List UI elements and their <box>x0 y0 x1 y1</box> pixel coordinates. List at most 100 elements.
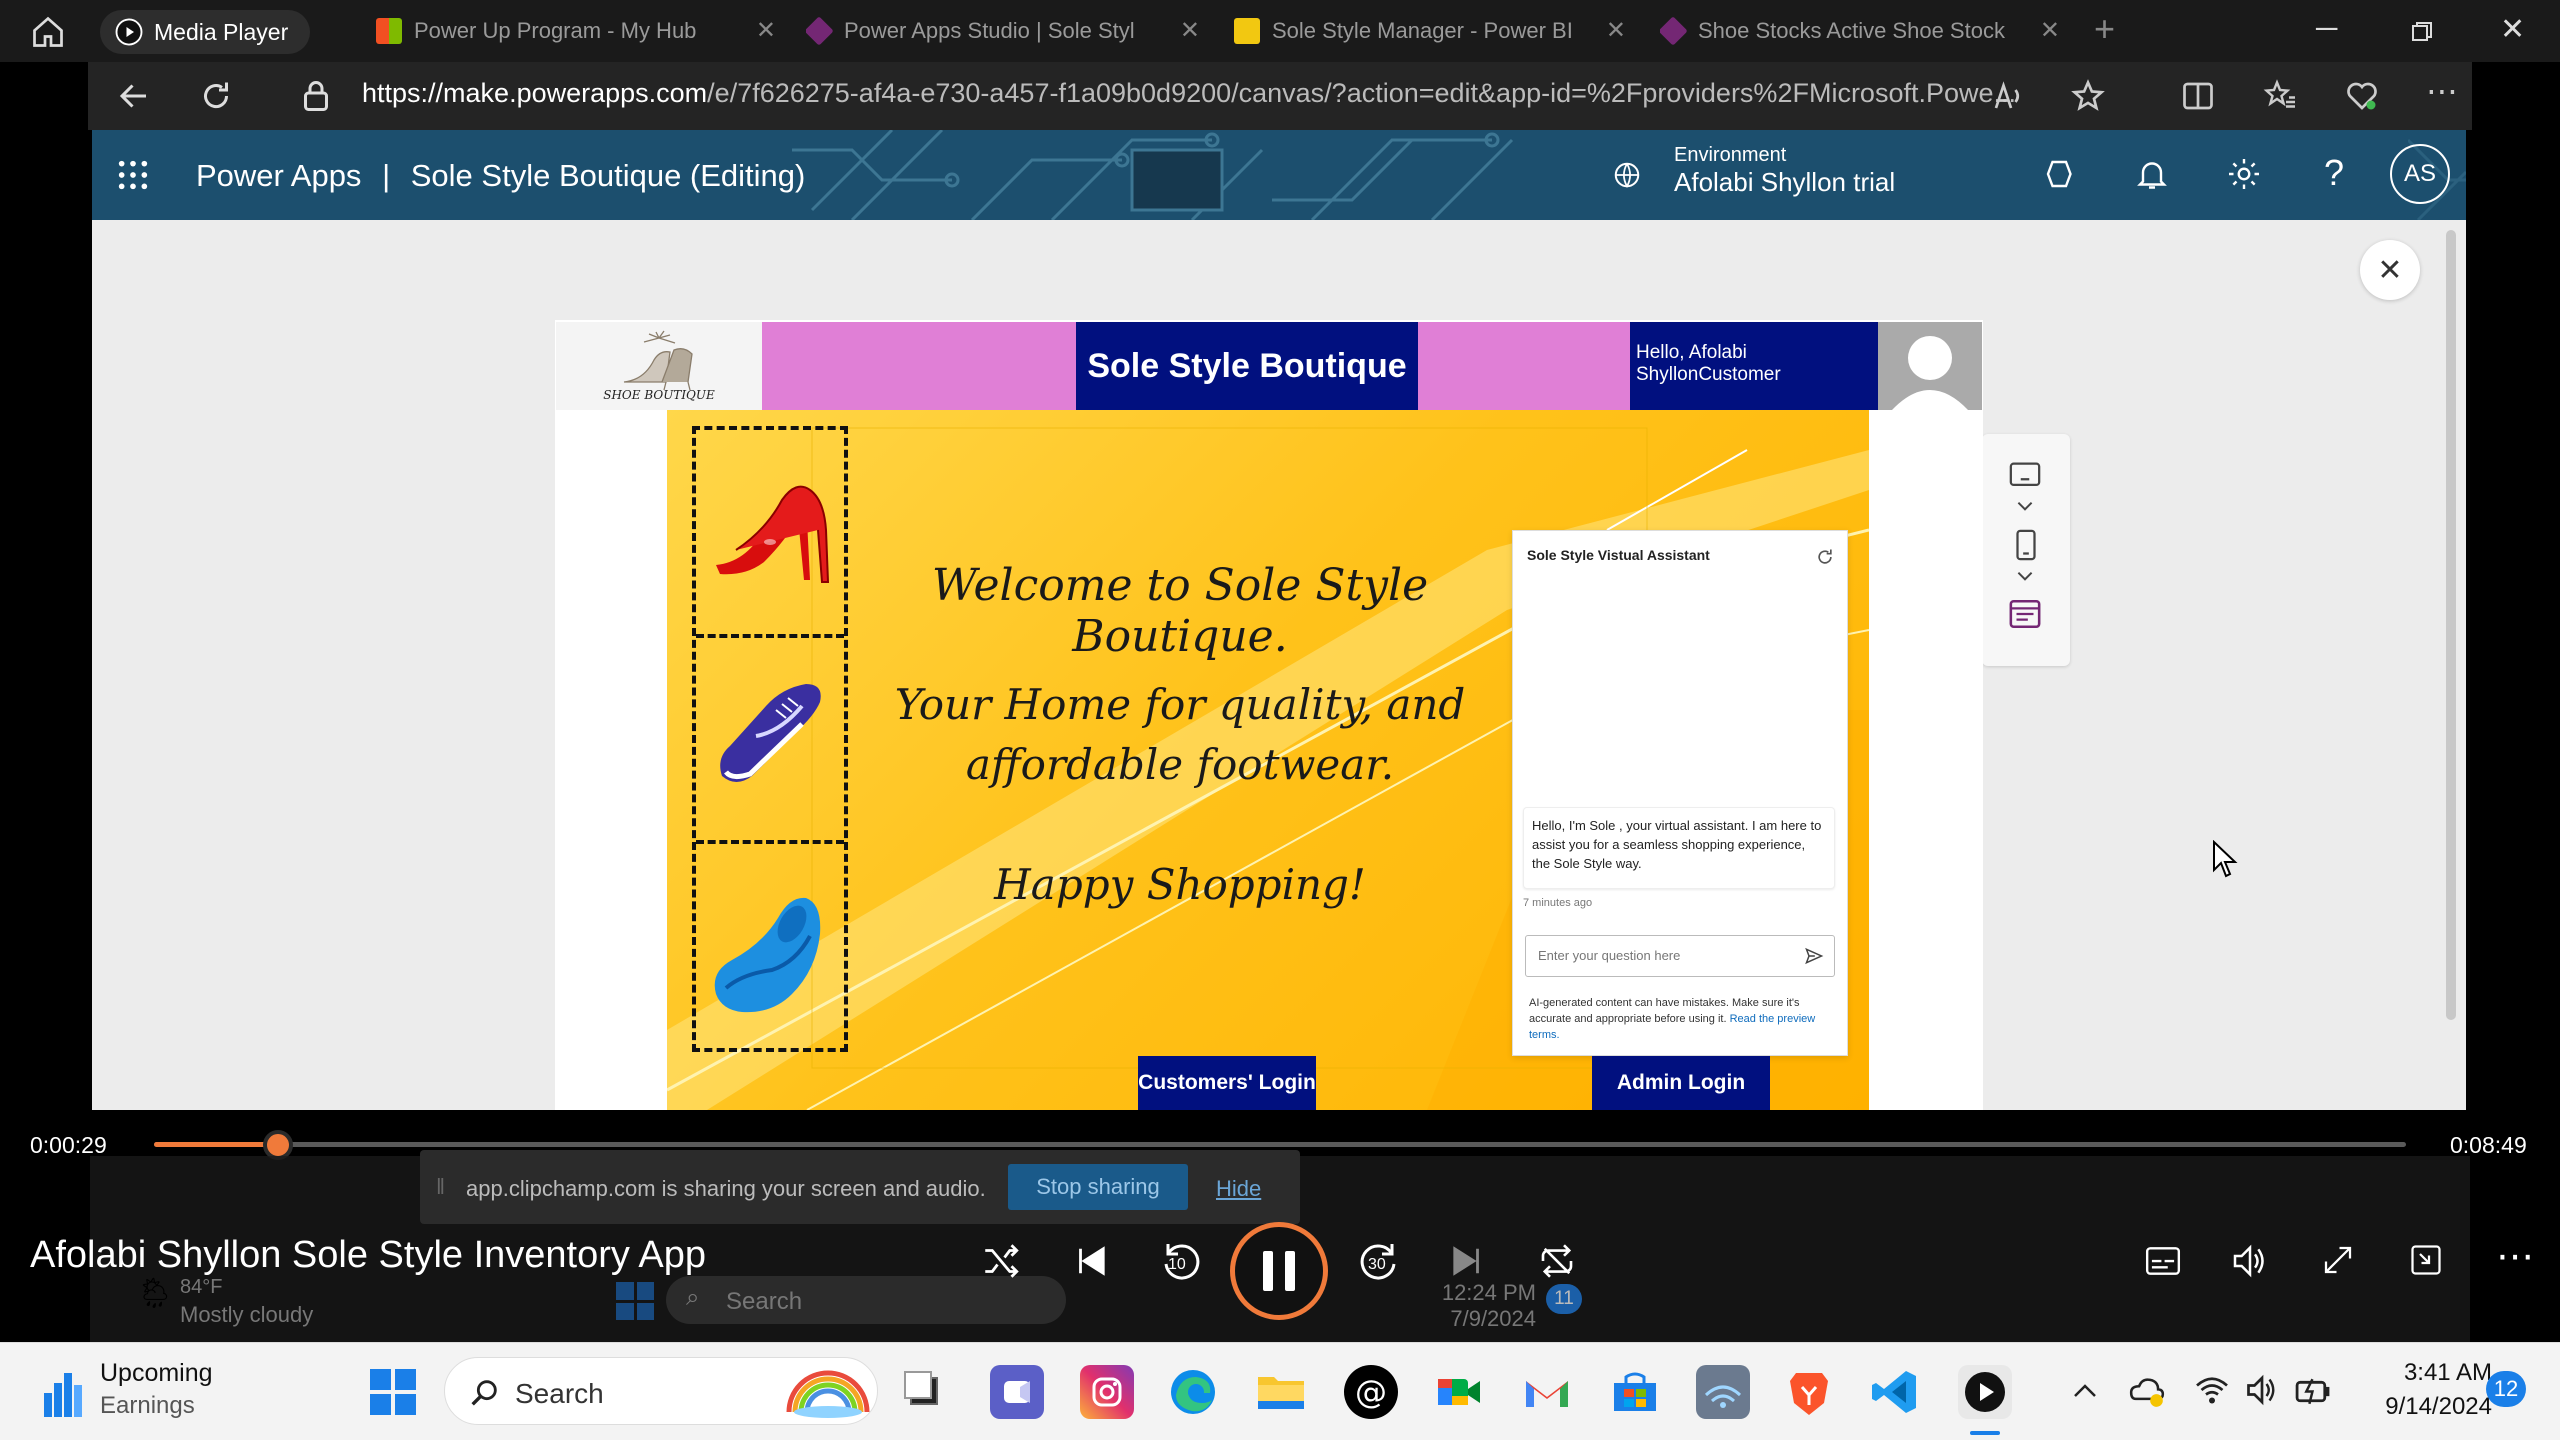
tab-power-up[interactable]: Power Up Program - My Hub ✕ <box>376 8 776 54</box>
user-avatar[interactable] <box>1878 322 1982 410</box>
phone-icon[interactable] <box>2014 528 2038 562</box>
close-tab-icon[interactable]: ✕ <box>756 16 776 45</box>
close-tab-icon[interactable]: ✕ <box>1606 16 1626 45</box>
brave-browser-icon[interactable] <box>1782 1365 1836 1419</box>
mini-player-icon[interactable] <box>2408 1242 2444 1278</box>
chevron-up-icon[interactable] <box>2070 1379 2100 1403</box>
red-heel-image[interactable] <box>706 470 836 590</box>
teams-icon[interactable] <box>990 1365 1044 1419</box>
battery-charging-icon[interactable] <box>2294 1373 2334 1407</box>
split-screen-icon[interactable] <box>2180 78 2216 114</box>
seek-bar[interactable] <box>154 1142 2406 1147</box>
new-tab-button[interactable]: + <box>2094 8 2115 50</box>
shoe-boutique-logo[interactable]: SHOE BOUTIQUE <box>556 322 762 410</box>
captions-icon[interactable] <box>2144 1244 2182 1278</box>
file-explorer-icon[interactable] <box>1254 1365 1308 1419</box>
help-icon[interactable]: ? <box>2324 152 2344 194</box>
refresh-icon[interactable] <box>198 78 234 114</box>
edge-icon[interactable] <box>1166 1365 1220 1419</box>
instagram-icon[interactable] <box>1080 1365 1134 1419</box>
blue-flat-shoe-image[interactable] <box>702 874 838 1024</box>
fullscreen-icon[interactable] <box>2320 1242 2356 1278</box>
tab-shoe-stocks[interactable]: Shoe Stocks Active Shoe Stock ✕ <box>1660 8 2060 54</box>
canvas-scrollbar[interactable] <box>2446 230 2456 1020</box>
notifications-bell-icon[interactable] <box>2134 156 2170 192</box>
tablet-icon[interactable] <box>2008 460 2042 490</box>
gallery-divider <box>696 840 844 844</box>
close-tab-icon[interactable]: ✕ <box>1180 16 1200 45</box>
stocks-widget-icon[interactable] <box>44 1365 84 1417</box>
skip-back-seconds: 10 <box>1168 1256 1186 1273</box>
banner-title-box: Sole Style Boutique <box>1076 322 1418 410</box>
settings-gear-icon[interactable] <box>2226 156 2262 192</box>
inner-weather-desc: Mostly cloudy <box>180 1302 314 1327</box>
tab-power-apps-studio[interactable]: Power Apps Studio | Sole Styl ✕ <box>806 8 1200 54</box>
tagline-line-2: affordable footwear. <box>965 740 1395 789</box>
pause-button[interactable] <box>1230 1222 1328 1320</box>
speaker-icon[interactable] <box>2244 1373 2280 1407</box>
drag-handle-icon[interactable]: ‖ <box>436 1174 445 1200</box>
google-meet-icon[interactable] <box>1432 1365 1486 1419</box>
environment-icon[interactable] <box>1612 160 1642 190</box>
browser-essentials-icon[interactable] <box>2344 78 2380 114</box>
back-arrow-icon[interactable] <box>116 78 152 114</box>
more-options-icon[interactable]: ⋯ <box>2496 1234 2534 1279</box>
chevron-down-icon[interactable] <box>2014 498 2036 514</box>
more-menu-icon[interactable]: ⋯ <box>2426 72 2458 110</box>
tab-label: Sole Style Manager - Power BI <box>1272 18 1573 43</box>
stop-sharing-button[interactable]: Stop sharing <box>1008 1164 1188 1210</box>
skip-back-button[interactable]: 10 <box>1156 1236 1204 1284</box>
remote-desktop-icon[interactable] <box>1696 1365 1750 1419</box>
blue-sneaker-image[interactable] <box>706 666 836 796</box>
windows-start-icon[interactable] <box>370 1369 416 1415</box>
home-icon[interactable] <box>30 14 66 50</box>
customers-login-button[interactable]: Customers' Login <box>1138 1056 1316 1110</box>
shuffle-icon[interactable] <box>980 1240 1022 1282</box>
seek-bar-fill <box>154 1142 278 1147</box>
restore-icon[interactable] <box>2410 20 2434 44</box>
refresh-icon[interactable] <box>1815 547 1835 567</box>
app-launcher-icon[interactable] <box>116 158 150 192</box>
video-letterbox-right <box>2472 62 2560 1110</box>
welcome-text: Welcome to Sole Style Boutique. <box>931 560 1429 662</box>
minimize-button[interactable]: ─ <box>2316 12 2337 46</box>
skip-forward-button[interactable]: 30 <box>1356 1236 1404 1284</box>
url-field[interactable]: https://make.powerapps.com/e/7f626275-af… <box>362 78 2016 109</box>
previous-icon[interactable] <box>1070 1240 1112 1282</box>
system-clock[interactable]: 3:41 AM 9/14/2024 <box>2352 1359 2492 1421</box>
favorite-star-icon[interactable] <box>2070 78 2106 114</box>
vscode-icon[interactable] <box>1868 1365 1922 1419</box>
chevron-down-icon[interactable] <box>2014 568 2036 584</box>
threads-icon[interactable]: @ <box>1344 1365 1398 1419</box>
avatar[interactable]: AS <box>2390 144 2450 204</box>
task-view-icon[interactable] <box>900 1365 954 1419</box>
microsoft-store-icon[interactable] <box>1608 1365 1662 1419</box>
close-preview-button[interactable]: ✕ <box>2360 240 2420 300</box>
environment-picker[interactable]: Environment Afolabi Shyllon trial <box>1674 144 1895 198</box>
onedrive-warning-icon[interactable] <box>2128 1373 2166 1409</box>
repeat-icon[interactable] <box>1536 1240 1578 1282</box>
favorites-icon[interactable] <box>2262 78 2298 114</box>
assistant-input[interactable]: Enter your question here <box>1525 935 1835 977</box>
tab-power-bi[interactable]: Sole Style Manager - Power BI ✕ <box>1234 8 1626 54</box>
close-window-button[interactable]: ✕ <box>2500 12 2525 47</box>
copilot-icon[interactable] <box>2042 156 2078 192</box>
lock-icon[interactable] <box>298 78 334 114</box>
send-icon[interactable] <box>1804 946 1824 966</box>
media-player-taskbar-icon[interactable] <box>1958 1365 2012 1419</box>
widgets-text[interactable]: Upcoming Earnings <box>100 1359 213 1420</box>
gmail-icon[interactable] <box>1520 1365 1574 1419</box>
notification-badge[interactable]: 12 <box>2486 1371 2526 1407</box>
wifi-icon[interactable] <box>2194 1373 2230 1407</box>
next-icon[interactable] <box>1446 1240 1488 1282</box>
inner-search-box: ⌕ Search <box>666 1276 1066 1324</box>
taskbar-search-box[interactable]: Search <box>444 1357 878 1425</box>
admin-login-button[interactable]: Admin Login <box>1592 1056 1770 1110</box>
read-aloud-icon[interactable] <box>1990 78 2026 114</box>
media-player-pill[interactable]: Media Player <box>100 10 310 54</box>
web-view-icon[interactable] <box>2008 598 2042 630</box>
hide-sharing-link[interactable]: Hide <box>1216 1176 1261 1202</box>
heel-logo-icon <box>623 330 693 391</box>
volume-icon[interactable] <box>2230 1242 2270 1280</box>
close-tab-icon[interactable]: ✕ <box>2040 16 2060 45</box>
